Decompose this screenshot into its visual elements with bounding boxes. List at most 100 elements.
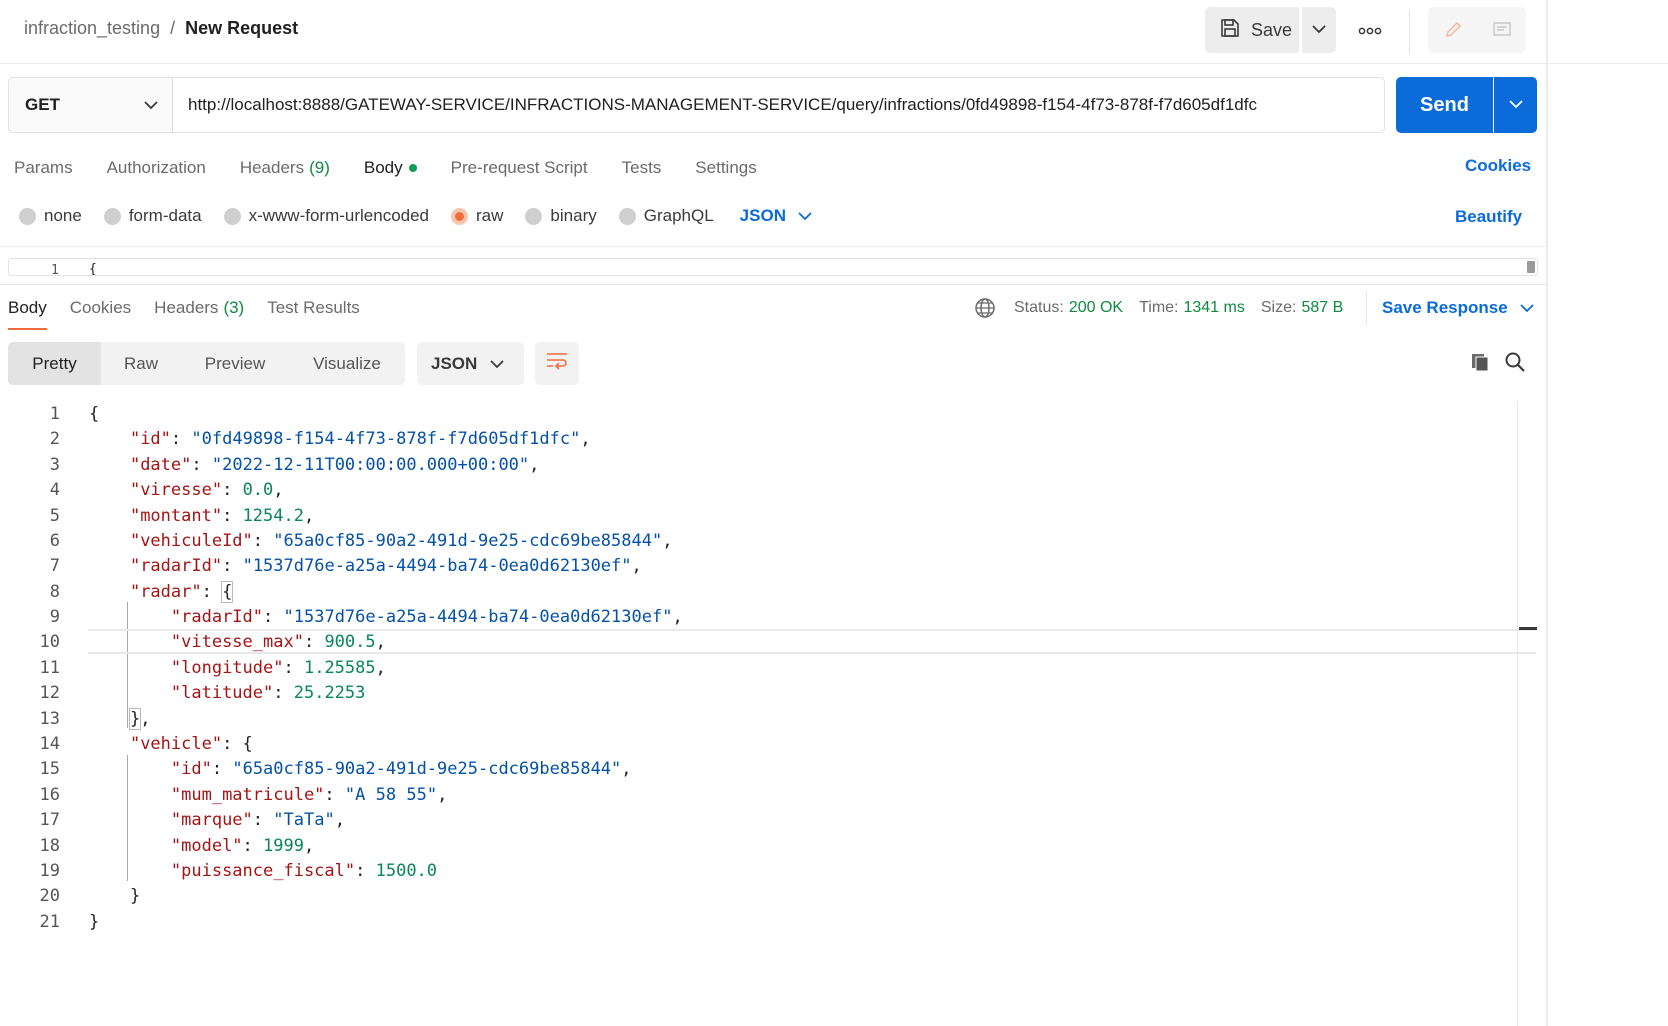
request-body-editor[interactable]: 1 {: [8, 258, 1538, 276]
code-line: 16 "mum_matricule": "A 58 55",: [39, 784, 448, 805]
body-type-urlencoded[interactable]: x-www-form-urlencoded: [223, 206, 429, 226]
code-line: 20 }: [39, 885, 141, 906]
body-modified-dot: [408, 164, 417, 172]
view-raw[interactable]: Raw: [101, 342, 181, 385]
edit-icon[interactable]: [1428, 7, 1477, 53]
code-line: 11 "longitude": 1.25585,: [39, 657, 386, 678]
line-number: 1: [51, 263, 59, 276]
code-line: 4 "viresse": 0.0,: [49, 479, 284, 500]
code-line: 9 "radarId": "1537d76e-a25a-4494-ba74-0e…: [49, 606, 683, 627]
tab-body[interactable]: Body: [364, 155, 417, 181]
response-body-viewer[interactable]: 1{ 2 "id": "0fd49898-f154-4f73-878f-f7d6…: [0, 401, 1540, 1026]
copy-icon: [1469, 351, 1491, 378]
status-label: Status:: [1014, 299, 1064, 316]
request-name[interactable]: New Request: [185, 18, 298, 39]
send-button[interactable]: Send: [1396, 77, 1493, 133]
status-value[interactable]: 200 OK: [1069, 299, 1123, 317]
code-line: 7 "radarId": "1537d76e-a25a-4494-ba74-0e…: [49, 555, 642, 576]
time-label: Time:: [1139, 299, 1179, 316]
body-type-form-data[interactable]: form-data: [103, 206, 202, 226]
divider: [0, 246, 1546, 247]
wrap-lines-button[interactable]: [535, 342, 579, 385]
chevron-down-icon: [1312, 21, 1326, 39]
send-dropdown-button[interactable]: [1494, 77, 1537, 133]
chevron-down-icon: [786, 206, 812, 226]
code-scrollbar-track[interactable]: [1517, 401, 1518, 1026]
code-line: 5 "montant": 1254.2,: [49, 505, 315, 526]
save-dropdown-button[interactable]: [1302, 7, 1336, 53]
body-type-graphql[interactable]: GraphQL: [618, 206, 714, 226]
response-view-tabs: Pretty Raw Preview Visualize: [8, 342, 405, 385]
tab-settings[interactable]: Settings: [695, 155, 756, 181]
tab-response-cookies[interactable]: Cookies: [70, 296, 131, 330]
code-line: 3 "date": "2022-12-11T00:00:00.000+00:00…: [49, 454, 540, 475]
size-label: Size:: [1260, 299, 1297, 316]
code-line: 14 "vehicle": {: [39, 733, 253, 754]
radio-button[interactable]: [19, 207, 36, 225]
tab-params[interactable]: Params: [14, 155, 73, 181]
code-line: 15 "id": "65a0cf85-90a2-491d-9e25-cdc69b…: [39, 758, 632, 779]
search-button[interactable]: [1502, 351, 1528, 377]
header-divider: [1409, 10, 1410, 54]
breadcrumb: infraction_testing / New Request: [24, 18, 298, 39]
radio-button[interactable]: [103, 207, 121, 225]
search-icon: [1504, 351, 1526, 378]
radio-button[interactable]: [525, 207, 543, 225]
editor-text: {: [89, 262, 97, 276]
copy-button[interactable]: [1467, 351, 1493, 377]
tab-pre-request-script[interactable]: Pre-request Script: [451, 155, 588, 181]
view-mode-toggle: [1428, 7, 1526, 53]
save-label: Save: [1251, 19, 1293, 40]
chevron-down-icon: [490, 354, 504, 374]
more-options-button[interactable]: [1352, 14, 1388, 48]
cookies-link[interactable]: Cookies: [1465, 156, 1531, 176]
code-line: 6 "vehiculeId": "65a0cf85-90a2-491d-9e25…: [49, 530, 673, 551]
body-format-select[interactable]: JSON: [740, 206, 812, 226]
method-select[interactable]: GET: [9, 78, 173, 132]
response-headers-count: (3): [223, 298, 245, 317]
breadcrumb-separator: /: [170, 18, 176, 38]
size-value[interactable]: 587 B: [1301, 299, 1343, 317]
view-visualize[interactable]: Visualize: [289, 342, 405, 385]
request-header: infraction_testing / New Request Save: [0, 0, 1668, 64]
right-panel-border: [1546, 0, 1548, 1026]
save-button[interactable]: Save: [1205, 7, 1299, 53]
url-bar: GET http://localhost:8888/GATEWAY-SERVIC…: [8, 77, 1385, 133]
globe-icon[interactable]: [974, 297, 996, 319]
beautify-button[interactable]: Beautify: [1455, 207, 1522, 227]
tab-response-body[interactable]: Body: [8, 296, 47, 330]
radio-button-selected[interactable]: [451, 207, 469, 225]
save-response-button[interactable]: Save Response: [1366, 292, 1534, 324]
method-label: GET: [25, 95, 60, 114]
save-icon: [1219, 17, 1241, 44]
response-pane-divider[interactable]: [0, 284, 1546, 285]
url-input[interactable]: http://localhost:8888/GATEWAY-SERVICE/IN…: [173, 78, 1384, 132]
time-value[interactable]: 1341 ms: [1183, 299, 1244, 317]
body-type-none[interactable]: none: [19, 206, 82, 226]
wrap-icon: [545, 351, 569, 376]
code-line: 18 "model": 1999,: [39, 835, 315, 856]
breadcrumb-collection[interactable]: infraction_testing: [24, 18, 160, 39]
body-type-binary[interactable]: binary: [525, 206, 597, 226]
chevron-down-icon: [1508, 96, 1523, 114]
code-line: 1{: [49, 403, 100, 424]
code-line: 8 "radar": {: [49, 580, 234, 603]
view-pretty[interactable]: Pretty: [8, 342, 101, 385]
body-type-raw[interactable]: raw: [451, 206, 503, 226]
tab-tests[interactable]: Tests: [622, 155, 662, 181]
editor-scrollbar[interactable]: [1527, 261, 1535, 273]
tab-headers[interactable]: Headers (9): [240, 155, 330, 181]
request-tabs: Params Authorization Headers (9) Body Pre…: [14, 155, 791, 181]
tab-authorization[interactable]: Authorization: [107, 155, 206, 181]
response-format-select[interactable]: JSON: [417, 342, 524, 385]
cursor-position-marker: [1519, 627, 1537, 630]
response-tabs: Body Cookies Headers (3) Test Results: [8, 296, 383, 330]
comment-icon[interactable]: [1477, 7, 1526, 53]
radio-button[interactable]: [223, 207, 241, 225]
code-line: 21}: [39, 911, 100, 932]
view-preview[interactable]: Preview: [181, 342, 289, 385]
more-icon: [1358, 22, 1382, 40]
tab-test-results[interactable]: Test Results: [267, 296, 360, 330]
tab-response-headers[interactable]: Headers (3): [154, 296, 244, 330]
radio-button[interactable]: [618, 207, 636, 225]
